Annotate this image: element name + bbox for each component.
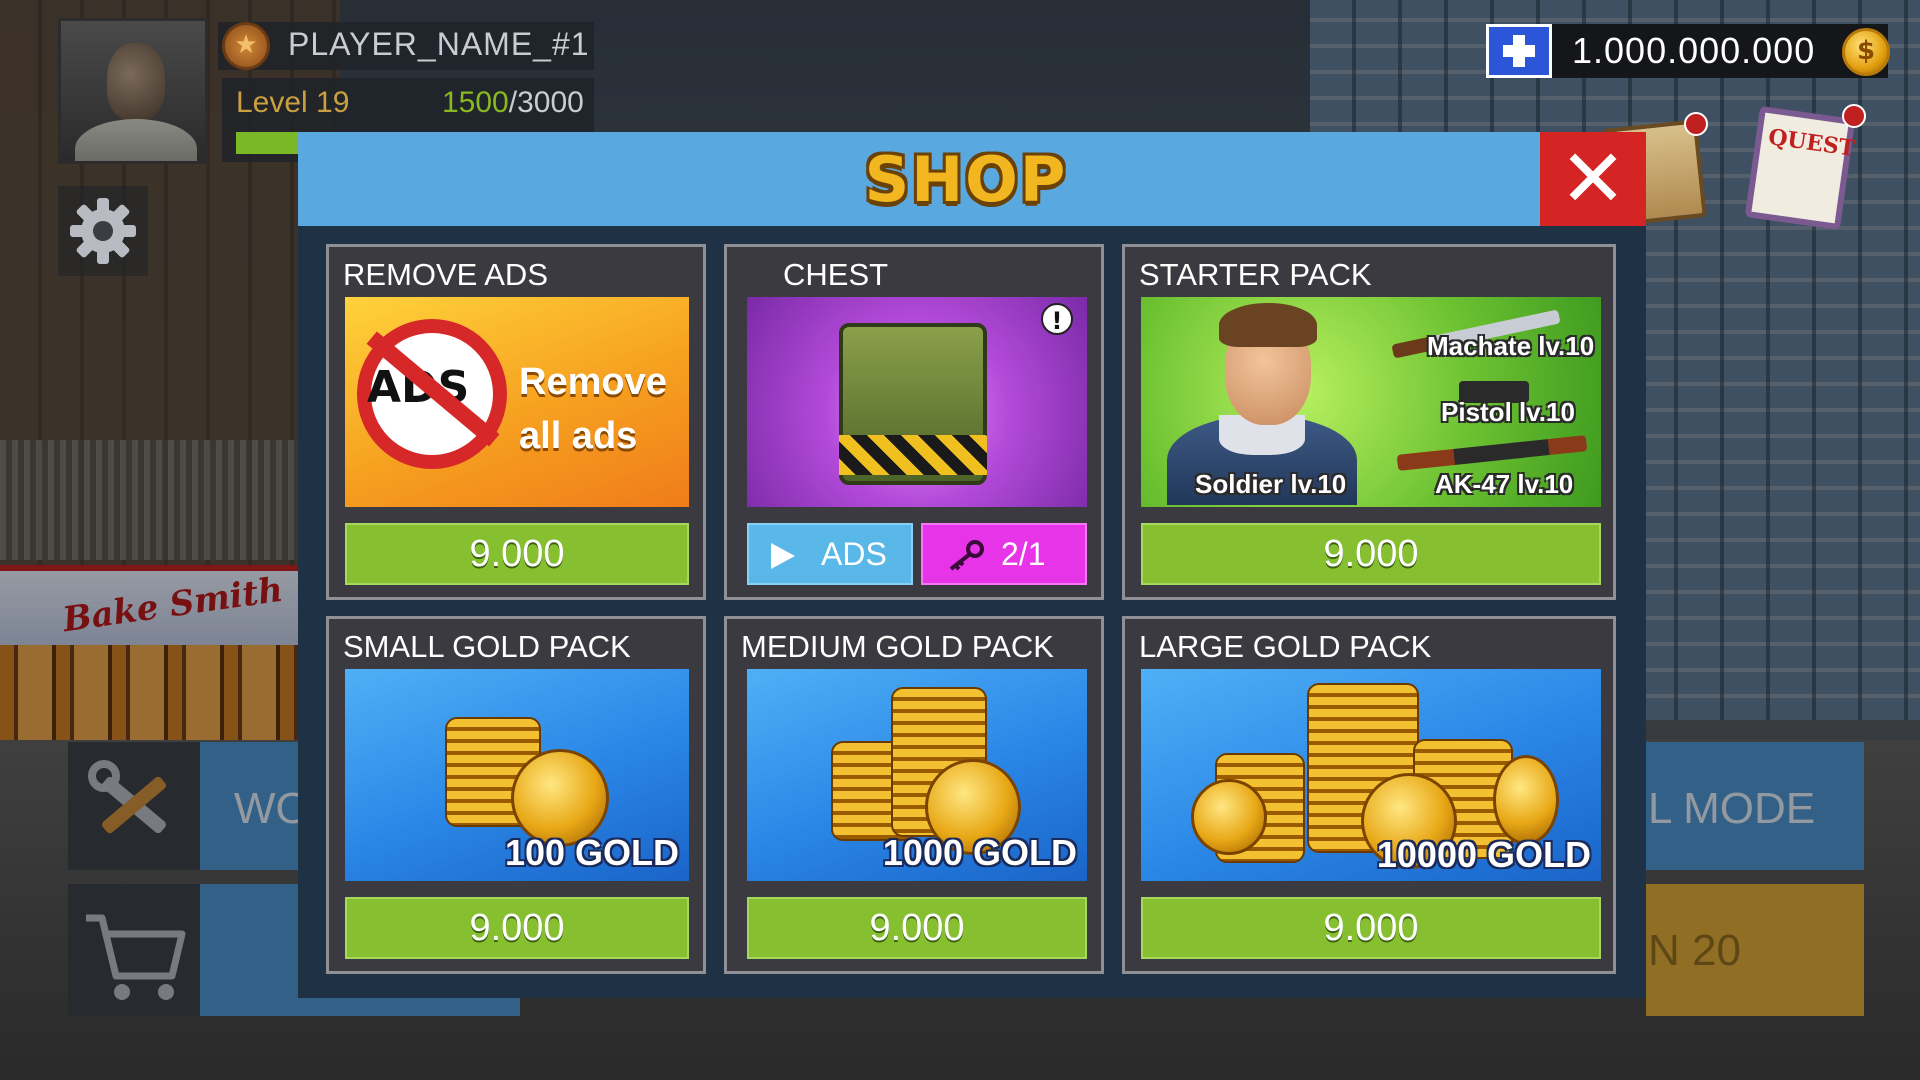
starter-item-pistol: Pistol lv.10 xyxy=(1441,397,1575,427)
remove-ads-art-text: Remove all ads xyxy=(519,355,667,463)
chest-art: ! xyxy=(747,297,1087,507)
player-avatar[interactable] xyxy=(58,18,208,164)
starter-item-ak47: AK-47 lv.10 xyxy=(1435,469,1574,499)
large-gold-buy-button[interactable]: 9.000 xyxy=(1141,897,1601,959)
gold-amount-label: 100 GOLD xyxy=(504,832,679,873)
calendar-notification-dot xyxy=(1684,112,1708,136)
medium-gold-buy-button[interactable]: 9.000 xyxy=(747,897,1087,959)
remove-ads-art: ADS Remove all ads xyxy=(345,297,689,507)
close-icon: ✕ xyxy=(1559,132,1627,225)
plus-icon xyxy=(1503,35,1535,67)
exclamation-icon: ! xyxy=(1041,303,1073,335)
card-title: SMALL GOLD PACK xyxy=(343,629,631,664)
card-title: STARTER PACK xyxy=(1139,257,1372,292)
quest-clipboard-icon[interactable] xyxy=(1744,105,1856,231)
play-icon xyxy=(771,543,795,569)
price-label: 9.000 xyxy=(1323,533,1419,575)
add-gold-button[interactable] xyxy=(1486,24,1552,78)
small-gold-buy-button[interactable]: 9.000 xyxy=(345,897,689,959)
starter-pack-card: STARTER PACK Machate lv.10 Pistol lv.10 … xyxy=(1122,244,1616,600)
large-gold-art: 10000 GOLD xyxy=(1141,669,1601,881)
remove-ads-line2: all ads xyxy=(519,415,638,457)
gold-balance: 1.000.000.000 xyxy=(1572,30,1816,71)
card-title: CHEST xyxy=(783,257,889,292)
starter-pack-buy-button[interactable]: 9.000 xyxy=(1141,523,1601,585)
gold-coin-icon: $ xyxy=(1842,28,1890,76)
card-title: REMOVE ADS xyxy=(343,257,548,292)
remove-ads-card: REMOVE ADS ADS Remove all ads 9.000 xyxy=(326,244,706,600)
remove-ads-line1: Remove xyxy=(519,361,667,403)
starter-item-machete: Machate lv.10 xyxy=(1427,331,1595,361)
small-gold-art: 100 GOLD xyxy=(345,669,689,881)
xp-max: 3000 xyxy=(517,86,584,119)
xp-text: 1500/3000 xyxy=(442,84,584,122)
key-count-label: 2/1 xyxy=(1001,536,1046,572)
gold-coin-icon xyxy=(1191,779,1267,855)
price-label: 9.000 xyxy=(469,533,565,575)
close-button[interactable]: ✕ xyxy=(1540,132,1646,226)
watch-ads-button[interactable]: ADS xyxy=(747,523,913,585)
ak47-icon xyxy=(1396,435,1588,471)
gear-icon xyxy=(70,198,136,264)
small-gold-pack-card: SMALL GOLD PACK 100 GOLD 9.000 xyxy=(326,616,706,974)
xp-current: 1500 xyxy=(442,86,509,119)
medium-gold-art: 1000 GOLD xyxy=(747,669,1087,881)
key-icon xyxy=(949,540,984,571)
card-title: MEDIUM GOLD PACK xyxy=(741,629,1054,664)
price-label: 9.000 xyxy=(869,907,965,949)
large-gold-pack-card: LARGE GOLD PACK 10000 GOLD 9.000 xyxy=(1122,616,1616,974)
starter-item-soldier: Soldier lv.10 xyxy=(1195,469,1347,499)
watch-ads-label: ADS xyxy=(821,536,887,572)
chest-hazard-stripes xyxy=(839,435,987,475)
settings-button[interactable] xyxy=(58,186,148,276)
gold-coin-icon xyxy=(1493,755,1559,845)
shop-title: SHOP xyxy=(864,143,1068,216)
rank-star-icon: ★ xyxy=(222,22,270,70)
xp-separator: / xyxy=(508,86,518,119)
level-label: Level 19 xyxy=(236,86,350,119)
price-label: 9.000 xyxy=(1323,907,1419,949)
gold-amount-label: 10000 GOLD xyxy=(1376,834,1591,875)
chest-card: CHEST ! ADS 2/1 xyxy=(724,244,1104,600)
remove-ads-buy-button[interactable]: 9.000 xyxy=(345,523,689,585)
card-title: LARGE GOLD PACK xyxy=(1139,629,1432,664)
player-name: PLAYER_NAME_#1 xyxy=(288,26,590,62)
quest-notification-dot xyxy=(1842,104,1866,128)
starter-pack-art: Machate lv.10 Pistol lv.10 AK-47 lv.10 S… xyxy=(1141,297,1601,507)
open-with-key-button[interactable]: 2/1 xyxy=(921,523,1087,585)
gold-amount-label: 1000 GOLD xyxy=(882,832,1077,873)
medium-gold-pack-card: MEDIUM GOLD PACK 1000 GOLD 9.000 xyxy=(724,616,1104,974)
price-label: 9.000 xyxy=(469,907,565,949)
